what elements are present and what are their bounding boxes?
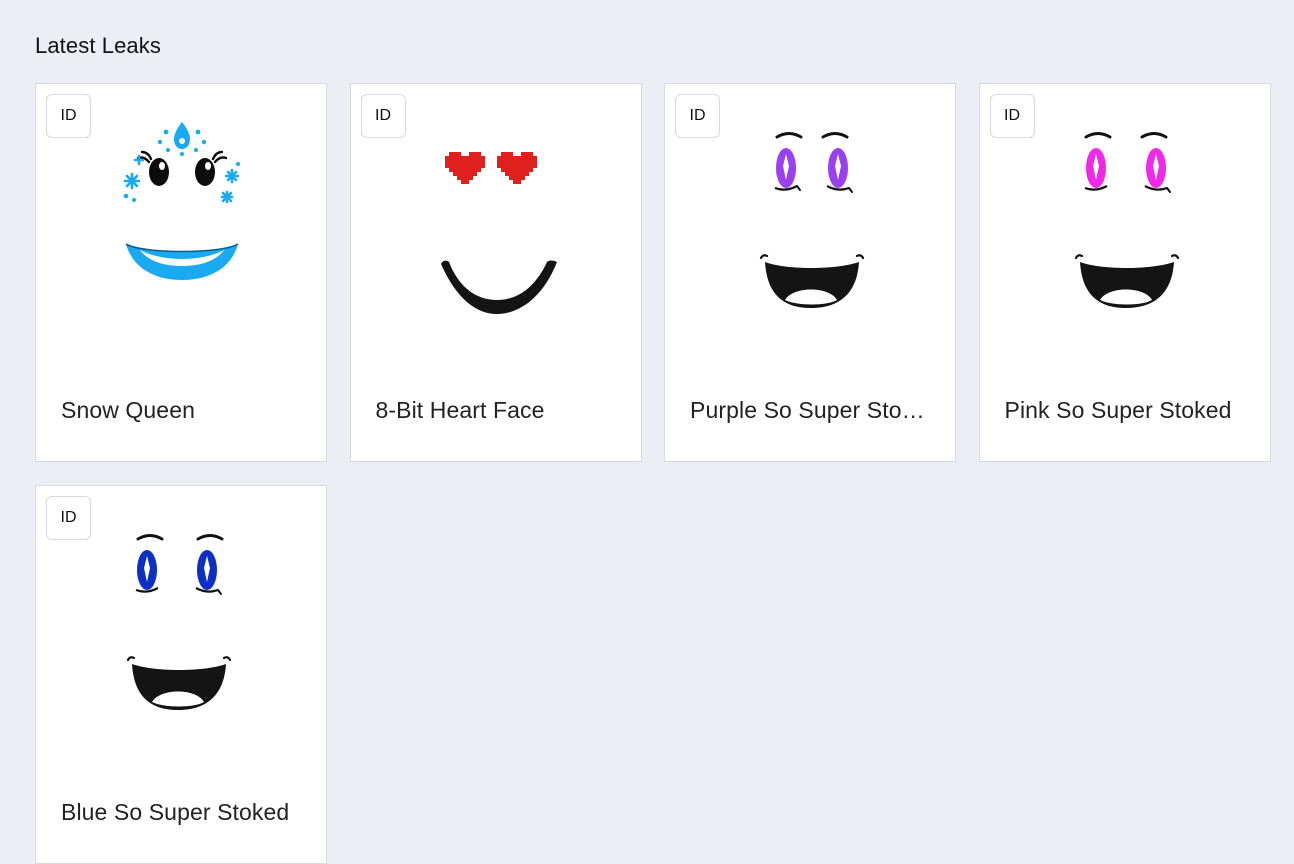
- item-card-8-bit-heart-face[interactable]: ID 8-Bit Heart Face: [349, 83, 642, 462]
- super-stoked-face-icon: [759, 132, 865, 308]
- item-name[interactable]: Blue So Super Stoked: [61, 799, 304, 826]
- item-name[interactable]: Purple So Super Stoked: [690, 397, 933, 424]
- item-card-pink-so-super-stoked[interactable]: ID Pink So Super Stoked: [978, 83, 1271, 462]
- item-name[interactable]: 8-Bit Heart Face: [376, 397, 619, 424]
- super-stoked-face-icon: [126, 534, 232, 710]
- heart-face-icon: [440, 152, 557, 314]
- item-card-snow-queen[interactable]: ID Snow Queen: [35, 83, 327, 462]
- item-name[interactable]: Pink So Super Stoked: [1005, 397, 1248, 424]
- item-name[interactable]: Snow Queen: [61, 397, 304, 424]
- leaks-grid: ID Snow Queen ID 8-Bit Heart Face ID Pur…: [35, 83, 1271, 864]
- super-stoked-face-icon: [1074, 132, 1179, 308]
- item-card-blue-so-super-stoked[interactable]: ID Blue So Super Stoked: [35, 485, 327, 864]
- item-card-purple-so-super-stoked[interactable]: ID Purple So Super Stoked: [664, 83, 956, 462]
- snow-queen-face-icon: [123, 122, 240, 280]
- section-title: Latest Leaks: [35, 33, 161, 58]
